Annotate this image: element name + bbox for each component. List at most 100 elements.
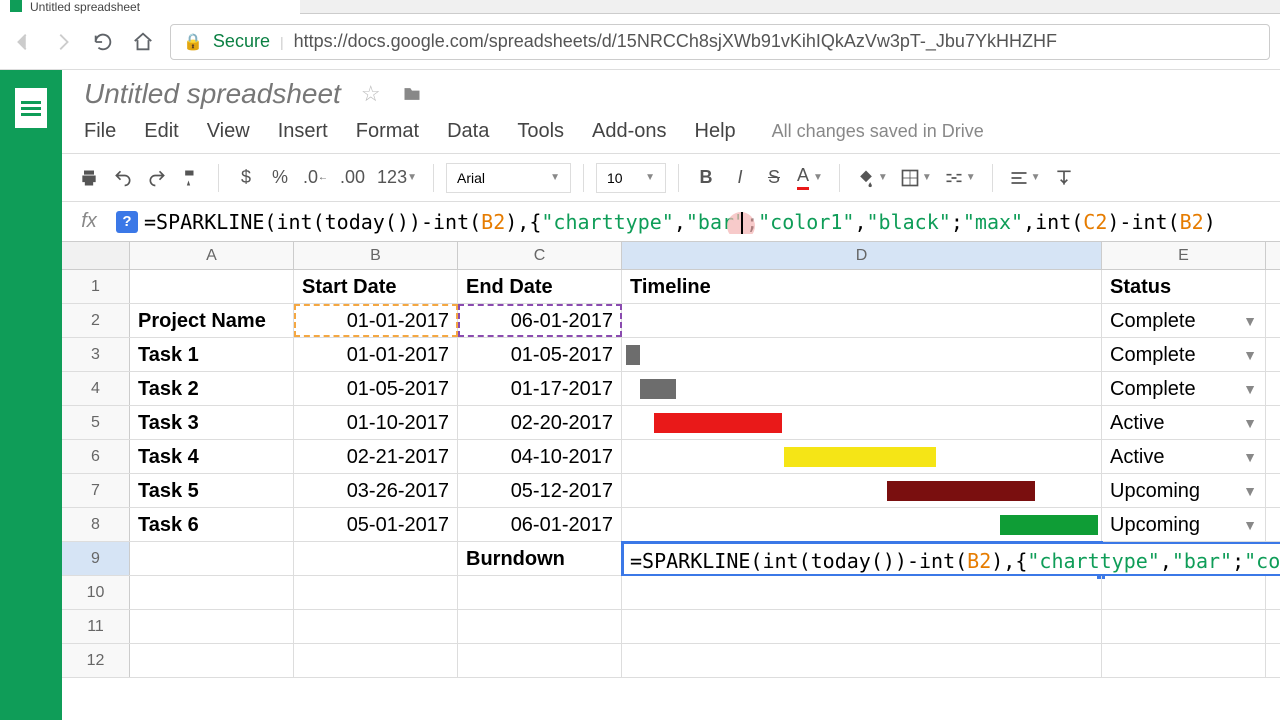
address-bar[interactable]: 🔒 Secure | https://docs.google.com/sprea… bbox=[170, 24, 1270, 60]
row-header[interactable]: 11 bbox=[62, 610, 130, 643]
cell-B8[interactable]: 05-01-2017 bbox=[294, 508, 458, 541]
dropdown-caret-icon[interactable]: ▼ bbox=[1243, 440, 1257, 474]
row-header[interactable]: 4 bbox=[62, 372, 130, 405]
bold-button[interactable]: B bbox=[691, 163, 721, 193]
sheets-logo-icon[interactable] bbox=[15, 88, 47, 128]
cell-C12[interactable] bbox=[458, 644, 622, 677]
row-header[interactable]: 2 bbox=[62, 304, 130, 337]
strike-button[interactable]: S bbox=[759, 163, 789, 193]
cell-B2[interactable]: 01-01-2017 bbox=[294, 304, 458, 337]
text-color-button[interactable]: A▼ bbox=[793, 163, 827, 193]
back-button[interactable] bbox=[10, 29, 36, 55]
percent-button[interactable]: % bbox=[265, 163, 295, 193]
cell-D4[interactable] bbox=[622, 372, 1102, 405]
forward-button[interactable] bbox=[50, 29, 76, 55]
row-header[interactable]: 12 bbox=[62, 644, 130, 677]
cell-A5[interactable]: Task 3 bbox=[130, 406, 294, 439]
cell-A9[interactable] bbox=[130, 542, 294, 575]
cell-D7[interactable] bbox=[622, 474, 1102, 507]
row-header[interactable]: 10 bbox=[62, 576, 130, 609]
menu-file[interactable]: File bbox=[84, 120, 116, 143]
dropdown-caret-icon[interactable]: ▼ bbox=[1243, 508, 1257, 542]
merge-button[interactable]: ▼ bbox=[940, 163, 980, 193]
increase-decimal-button[interactable]: .00 bbox=[336, 163, 369, 193]
more-formats-button[interactable]: 123▼ bbox=[373, 163, 421, 193]
cell-E6[interactable]: Active▼ bbox=[1102, 440, 1266, 473]
reload-button[interactable] bbox=[90, 29, 116, 55]
cell-C11[interactable] bbox=[458, 610, 622, 643]
cell-A7[interactable]: Task 5 bbox=[130, 474, 294, 507]
doc-title[interactable]: Untitled spreadsheet bbox=[84, 78, 341, 110]
cell-B1[interactable]: Start Date bbox=[294, 270, 458, 303]
cell-E1[interactable]: Status bbox=[1102, 270, 1266, 303]
cell-E3[interactable]: Complete▼ bbox=[1102, 338, 1266, 371]
cell-E7[interactable]: Upcoming▼ bbox=[1102, 474, 1266, 507]
cell-C6[interactable]: 04-10-2017 bbox=[458, 440, 622, 473]
redo-button[interactable] bbox=[142, 163, 172, 193]
dropdown-caret-icon[interactable]: ▼ bbox=[1243, 304, 1257, 338]
row-header[interactable]: 3 bbox=[62, 338, 130, 371]
in-cell-formula[interactable]: =SPARKLINE(int(today())-int(B2),{"chartt… bbox=[622, 542, 1280, 576]
cell-A4[interactable]: Task 2 bbox=[130, 372, 294, 405]
cell-E8[interactable]: Upcoming▼ bbox=[1102, 508, 1266, 541]
dropdown-caret-icon[interactable]: ▼ bbox=[1243, 372, 1257, 406]
row-header[interactable]: 6 bbox=[62, 440, 130, 473]
print-button[interactable] bbox=[74, 163, 104, 193]
font-size-select[interactable]: 10▼ bbox=[596, 163, 666, 193]
row-header[interactable]: 1 bbox=[62, 270, 130, 303]
col-header-B[interactable]: B bbox=[294, 242, 458, 269]
dropdown-caret-icon[interactable]: ▼ bbox=[1243, 338, 1257, 372]
menu-format[interactable]: Format bbox=[356, 120, 419, 143]
cell-D10[interactable] bbox=[622, 576, 1102, 609]
halign-button[interactable]: ▼ bbox=[1005, 163, 1045, 193]
cell-D8[interactable] bbox=[622, 508, 1102, 541]
col-header-E[interactable]: E bbox=[1102, 242, 1266, 269]
cell-B5[interactable]: 01-10-2017 bbox=[294, 406, 458, 439]
row-header[interactable]: 8 bbox=[62, 508, 130, 541]
formula-help-icon[interactable]: ? bbox=[116, 211, 138, 233]
cell-A10[interactable] bbox=[130, 576, 294, 609]
cell-D9[interactable]: =SPARKLINE(int(today())-int(B2),{"chartt… bbox=[622, 542, 1102, 575]
currency-button[interactable]: $ bbox=[231, 163, 261, 193]
star-icon[interactable]: ☆ bbox=[361, 81, 381, 107]
valign-button[interactable] bbox=[1049, 163, 1079, 193]
cell-B11[interactable] bbox=[294, 610, 458, 643]
cell-C3[interactable]: 01-05-2017 bbox=[458, 338, 622, 371]
cell-C5[interactable]: 02-20-2017 bbox=[458, 406, 622, 439]
cell-C9[interactable]: Burndown bbox=[458, 542, 622, 575]
home-button[interactable] bbox=[130, 29, 156, 55]
col-header-D[interactable]: D bbox=[622, 242, 1102, 269]
cell-E5[interactable]: Active▼ bbox=[1102, 406, 1266, 439]
menu-tools[interactable]: Tools bbox=[517, 120, 564, 143]
cell-C4[interactable]: 01-17-2017 bbox=[458, 372, 622, 405]
cell-E2[interactable]: Complete▼ bbox=[1102, 304, 1266, 337]
col-header-C[interactable]: C bbox=[458, 242, 622, 269]
cell-A12[interactable] bbox=[130, 644, 294, 677]
paint-format-button[interactable] bbox=[176, 163, 206, 193]
cell-C1[interactable]: End Date bbox=[458, 270, 622, 303]
move-folder-icon[interactable] bbox=[401, 84, 423, 104]
dropdown-caret-icon[interactable]: ▼ bbox=[1243, 474, 1257, 508]
fill-color-button[interactable]: ▼ bbox=[852, 163, 892, 193]
cell-D2[interactable] bbox=[622, 304, 1102, 337]
cell-A8[interactable]: Task 6 bbox=[130, 508, 294, 541]
decrease-decimal-button[interactable]: .0← bbox=[299, 163, 332, 193]
cell-B10[interactable] bbox=[294, 576, 458, 609]
cell-D1[interactable]: Timeline bbox=[622, 270, 1102, 303]
cell-B6[interactable]: 02-21-2017 bbox=[294, 440, 458, 473]
cell-D6[interactable] bbox=[622, 440, 1102, 473]
cell-B3[interactable]: 01-01-2017 bbox=[294, 338, 458, 371]
cell-A6[interactable]: Task 4 bbox=[130, 440, 294, 473]
cell-B7[interactable]: 03-26-2017 bbox=[294, 474, 458, 507]
browser-tab[interactable]: Untitled spreadsheet bbox=[0, 0, 300, 14]
borders-button[interactable]: ▼ bbox=[896, 163, 936, 193]
cell-C7[interactable]: 05-12-2017 bbox=[458, 474, 622, 507]
cell-E11[interactable] bbox=[1102, 610, 1266, 643]
menu-edit[interactable]: Edit bbox=[144, 120, 178, 143]
menu-addons[interactable]: Add-ons bbox=[592, 120, 667, 143]
row-header[interactable]: 7 bbox=[62, 474, 130, 507]
menu-insert[interactable]: Insert bbox=[278, 120, 328, 143]
cell-D11[interactable] bbox=[622, 610, 1102, 643]
col-header-A[interactable]: A bbox=[130, 242, 294, 269]
cell-B12[interactable] bbox=[294, 644, 458, 677]
